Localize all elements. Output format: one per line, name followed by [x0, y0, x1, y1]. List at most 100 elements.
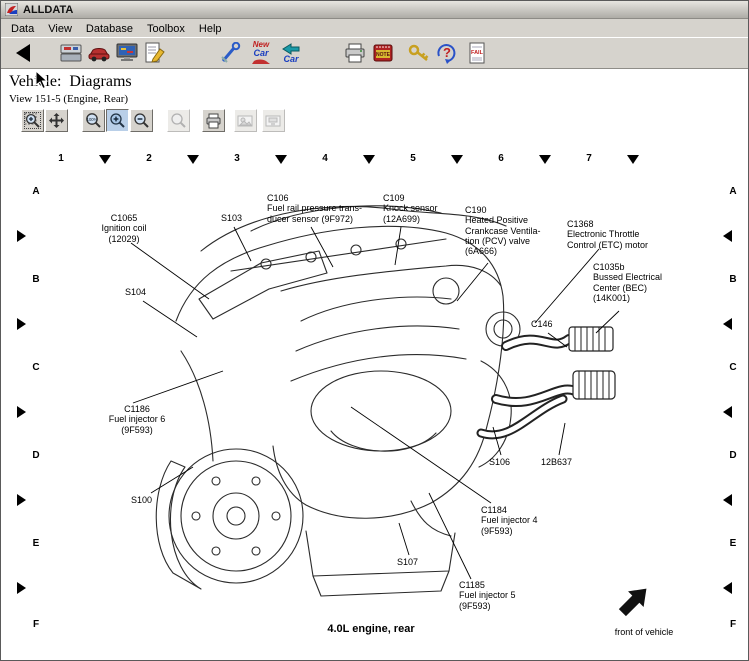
zoom-select-button[interactable]	[21, 109, 44, 132]
menu-help[interactable]: Help	[192, 21, 229, 37]
zoom-select-icon	[24, 112, 41, 129]
pan-icon	[48, 112, 65, 129]
grid-marker-left	[17, 582, 26, 594]
save-image-icon	[265, 113, 282, 129]
grid-marker-left	[17, 406, 26, 418]
zoom-out-button[interactable]	[130, 109, 153, 132]
zoom-fit-icon	[170, 112, 187, 129]
callout-c109: C109 Knock sensor (12A699)	[383, 193, 463, 224]
grid-marker-top	[187, 155, 199, 164]
copy-image-icon	[237, 113, 254, 129]
menu-bar: Data View Database Toolbox Help	[1, 20, 748, 37]
grid-marker-right	[723, 582, 732, 594]
grid-col-2: 2	[142, 153, 156, 164]
zoom-in-icon	[109, 112, 126, 129]
note-book-icon: NOTE	[371, 42, 395, 64]
diagram-viewport[interactable]: 1 2 3 4 5 6 7 A B C D E F A B C D E F	[1, 141, 748, 660]
grid-marker-left	[17, 230, 26, 242]
zoom-fit-button[interactable]	[167, 109, 190, 132]
grid-marker-top	[451, 155, 463, 164]
save-image-button[interactable]	[262, 109, 285, 132]
car-select-button[interactable]	[85, 39, 113, 67]
grid-col-7: 7	[582, 153, 596, 164]
grid-col-1: 1	[54, 153, 68, 164]
grid-row-b-right: B	[726, 274, 740, 285]
callout-c1035b: C1035b Bussed Electrical Center (BEC) (1…	[593, 262, 683, 303]
callout-c106: C106 Fuel rail pressure trans- ducer sen…	[267, 193, 379, 224]
diagram-caption: 4.0L engine, rear	[301, 623, 441, 635]
alldata-window: ALLDATA Data View Database Toolbox Help	[0, 0, 749, 661]
callout-s104: S104	[125, 287, 165, 297]
printer-icon	[344, 43, 366, 63]
edit-page-icon	[143, 42, 167, 64]
callout-c1185: C1185 Fuel injector 5 (9F593)	[459, 580, 543, 611]
help-refresh-button[interactable]: ?	[433, 39, 461, 67]
callout-c1368: C1368 Electronic Throttle Control (ETC) …	[567, 219, 667, 250]
vehicle-data-icon	[59, 42, 83, 64]
left-arrow-icon	[282, 43, 300, 55]
actual-size-icon: 100%	[85, 112, 102, 129]
grid-row-e-right: E	[726, 538, 740, 549]
callout-s100: S100	[131, 495, 171, 505]
callout-c146: C146	[531, 319, 571, 329]
callout-c1065: C1065 Ignition coil (12029)	[83, 213, 165, 244]
grid-marker-left	[17, 494, 26, 506]
svg-text:?: ?	[443, 45, 451, 60]
vehicle-data-button[interactable]	[57, 39, 85, 67]
callout-c1184: C1184 Fuel injector 4 (9F593)	[481, 505, 565, 536]
copy-image-button[interactable]	[234, 109, 257, 132]
grid-row-f-right: F	[726, 619, 740, 630]
title-bar: ALLDATA	[1, 1, 748, 19]
previous-car-button[interactable]: Car	[277, 39, 305, 67]
previous-car-label: Car	[283, 55, 298, 64]
menu-toolbox[interactable]: Toolbox	[140, 21, 192, 37]
note-button[interactable]: NOTE	[369, 39, 397, 67]
back-button[interactable]	[9, 39, 37, 67]
edit-page-button[interactable]	[141, 39, 169, 67]
grid-marker-top	[275, 155, 287, 164]
menu-data[interactable]: Data	[4, 21, 41, 37]
key-button[interactable]	[405, 39, 433, 67]
grid-marker-right	[723, 318, 732, 330]
grid-marker-top	[539, 155, 551, 164]
callout-s107: S107	[397, 557, 437, 567]
new-car-button[interactable]: New Car	[247, 39, 275, 67]
pan-button[interactable]	[45, 109, 68, 132]
grid-row-e-left: E	[29, 538, 43, 549]
page-title: Vehicle: Diagrams	[9, 73, 132, 91]
menu-view[interactable]: View	[41, 21, 79, 37]
zoom-out-icon	[133, 112, 150, 129]
page-subtitle: View 151-5 (Engine, Rear)	[9, 93, 128, 105]
monitor-button[interactable]	[113, 39, 141, 67]
grid-marker-right	[723, 406, 732, 418]
fail-report-button[interactable]: FAIL	[463, 39, 491, 67]
app-icon	[5, 3, 18, 16]
diagram-tools-button[interactable]	[217, 39, 245, 67]
front-of-vehicle-arrow-icon	[607, 577, 663, 623]
key-icon	[408, 43, 430, 63]
front-of-vehicle-label: front of vehicle	[599, 627, 689, 637]
fail-label: FAIL	[471, 50, 484, 56]
note-label: NOTE	[376, 52, 391, 58]
actual-size-button[interactable]: 100%	[82, 109, 105, 132]
back-arrow-icon	[16, 44, 30, 62]
grid-marker-top	[627, 155, 639, 164]
actual-size-label: 100%	[87, 117, 98, 122]
grid-row-f-left: F	[29, 619, 43, 630]
grid-marker-top	[363, 155, 375, 164]
callout-s103: S103	[221, 213, 261, 223]
help-refresh-icon: ?	[435, 42, 459, 64]
window-title: ALLDATA	[23, 4, 73, 16]
grid-row-a-right: A	[726, 186, 740, 197]
print-button[interactable]	[341, 39, 369, 67]
new-car-label-bottom: Car	[253, 49, 268, 58]
car-icon	[87, 42, 111, 64]
print-view-icon	[205, 113, 222, 129]
print-view-button[interactable]	[202, 109, 225, 132]
grid-col-5: 5	[406, 153, 420, 164]
zoom-in-button[interactable]	[106, 109, 129, 132]
callout-c1186: C1186 Fuel injector 6 (9F593)	[95, 404, 179, 435]
menu-database[interactable]: Database	[79, 21, 140, 37]
grid-row-d-right: D	[726, 450, 740, 461]
grid-row-c-right: C	[726, 362, 740, 373]
